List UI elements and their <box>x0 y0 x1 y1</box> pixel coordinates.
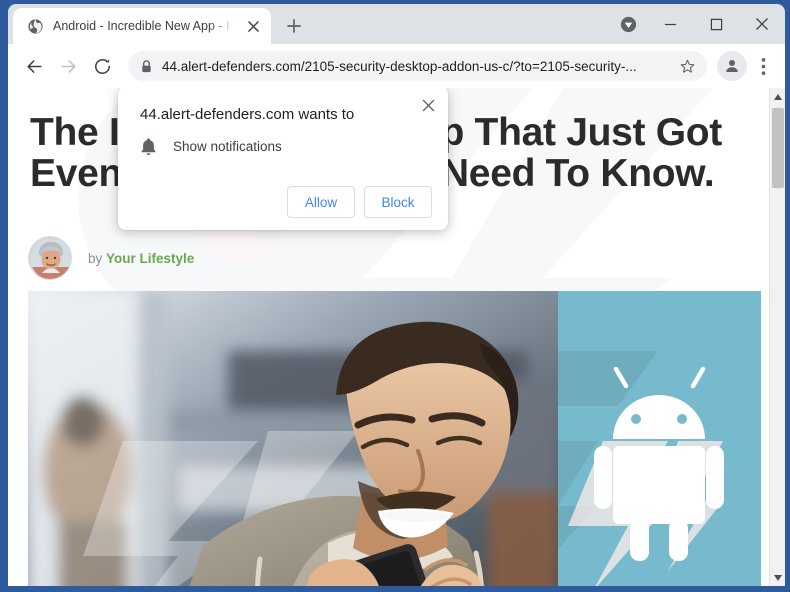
notification-permission-dialog: 44.alert-defenders.com wants to Show not… <box>118 88 448 230</box>
hero-image <box>28 291 761 586</box>
forward-button[interactable] <box>52 50 84 82</box>
globe-icon <box>28 18 43 34</box>
bell-icon <box>141 138 156 155</box>
maximize-button[interactable] <box>693 8 739 40</box>
hero-android-panel <box>558 291 761 586</box>
reload-icon <box>94 58 110 74</box>
author-portrait-icon <box>29 237 71 279</box>
dialog-permission-label: Show notifications <box>173 139 282 154</box>
android-robot-logo <box>558 291 761 586</box>
back-button[interactable] <box>18 50 50 82</box>
tab-android-incredible-new-app[interactable]: Android - Incredible New App - I <box>13 8 271 44</box>
byline-prefix: by <box>88 250 103 266</box>
scrollbar-thumb[interactable] <box>772 108 784 188</box>
close-icon <box>247 20 259 32</box>
hero-photo-man-with-phone <box>28 291 558 586</box>
address-bar-url: 44.alert-defenders.com/2105-security-des… <box>162 58 637 74</box>
avatar <box>28 236 72 280</box>
download-button[interactable] <box>609 4 647 44</box>
close-window-button[interactable] <box>739 8 785 40</box>
allow-button[interactable]: Allow <box>287 186 355 218</box>
byline-author-link[interactable]: Your Lifestyle <box>106 251 194 266</box>
close-icon <box>422 99 434 111</box>
bookmark-star-button[interactable] <box>673 52 701 80</box>
minimize-icon <box>664 23 676 25</box>
byline: by Your Lifestyle <box>28 236 194 280</box>
maximize-icon <box>710 18 722 30</box>
reload-button[interactable] <box>86 50 118 82</box>
page-viewport: The Incredible New App That Just Got Eve… <box>8 88 785 586</box>
plus-icon <box>287 19 301 33</box>
browser-window: Android - Incredible New App - I 44.aler… <box>0 0 790 592</box>
dialog-close-button[interactable] <box>417 94 439 116</box>
photo-graphic <box>28 291 558 586</box>
scroll-down-button[interactable] <box>770 569 785 586</box>
dialog-permission-row: Show notifications <box>140 137 432 156</box>
dialog-title: 44.alert-defenders.com wants to <box>140 106 355 123</box>
address-bar[interactable]: 44.alert-defenders.com/2105-security-des… <box>128 51 707 81</box>
chevron-up-icon <box>774 93 782 100</box>
block-button[interactable]: Block <box>364 186 432 218</box>
new-tab-button[interactable] <box>280 12 308 40</box>
star-icon <box>680 59 694 73</box>
window-caption-buttons <box>609 4 785 44</box>
vertical-scrollbar[interactable] <box>769 88 785 586</box>
back-arrow-icon <box>26 59 42 73</box>
lock-icon <box>142 59 151 72</box>
download-icon <box>620 16 636 32</box>
three-dots-icon <box>761 57 765 75</box>
tab-title: Android - Incredible New App - I <box>53 19 230 33</box>
dialog-actions: Allow Block <box>140 186 432 218</box>
chevron-down-icon <box>774 574 782 581</box>
browser-toolbar: 44.alert-defenders.com/2105-security-des… <box>8 44 785 88</box>
minimize-button[interactable] <box>647 8 693 40</box>
forward-arrow-icon <box>60 59 76 73</box>
tab-close-button[interactable] <box>243 16 263 36</box>
scroll-up-button[interactable] <box>770 88 785 105</box>
browser-menu-button[interactable] <box>749 50 777 82</box>
close-icon <box>756 18 768 30</box>
profile-button[interactable] <box>717 51 747 81</box>
person-icon <box>726 60 738 72</box>
tab-strip: Android - Incredible New App - I <box>8 4 785 44</box>
byline-text: by Your Lifestyle <box>88 251 194 266</box>
